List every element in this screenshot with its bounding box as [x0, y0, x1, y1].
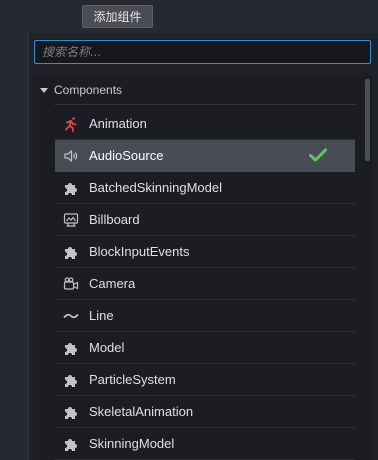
running-person-icon: [63, 116, 79, 132]
list-item-label: SkeletalAnimation: [89, 404, 194, 419]
group-divider: [55, 104, 355, 105]
check-icon: [309, 148, 327, 165]
list-item-label: Billboard: [89, 212, 140, 227]
puzzle-icon: [63, 404, 79, 420]
group-label: Components: [54, 83, 123, 97]
speaker-icon: [63, 148, 79, 164]
caret-down-icon[interactable]: [40, 87, 48, 93]
list-item-particlesystem[interactable]: ParticleSystem: [55, 364, 355, 396]
list-item-audiosource[interactable]: AudioSource: [55, 140, 355, 172]
add-component-button[interactable]: 添加组件: [82, 5, 153, 28]
list-item-label: AudioSource: [89, 148, 164, 163]
wave-line-icon: [63, 308, 79, 324]
list-item-label: ParticleSystem: [89, 372, 176, 387]
scrollbar-thumb[interactable]: [365, 79, 370, 161]
puzzle-icon: [63, 244, 79, 260]
list-item-animation[interactable]: Animation: [55, 108, 355, 140]
search-field[interactable]: [34, 40, 371, 64]
list-item-model[interactable]: Model: [55, 332, 355, 364]
puzzle-icon: [63, 180, 79, 196]
list-scrollbar[interactable]: [363, 75, 372, 460]
component-list: Components Animation AudioSource Batched…: [33, 75, 363, 460]
list-item-batchedskinningmodel[interactable]: BatchedSkinningModel: [55, 172, 355, 204]
list-item-label: Model: [89, 340, 125, 355]
list-item-label: BatchedSkinningModel: [89, 180, 222, 195]
list-item-label: BlockInputEvents: [89, 244, 190, 259]
list-item-label: Animation: [89, 116, 147, 131]
list-item-label: SkinningModel: [89, 436, 175, 451]
puzzle-icon: [63, 372, 79, 388]
group-header-components[interactable]: Components: [33, 75, 363, 105]
billboard-icon: [63, 212, 79, 228]
list-item-label: Line: [89, 308, 114, 323]
list-item-billboard[interactable]: Billboard: [55, 204, 355, 236]
puzzle-icon: [63, 436, 79, 452]
list-item-camera[interactable]: Camera: [55, 268, 355, 300]
list-item-skeletalanimation[interactable]: SkeletalAnimation: [55, 396, 355, 428]
list-item-skinningmodel[interactable]: SkinningModel: [55, 428, 355, 460]
puzzle-icon: [63, 340, 79, 356]
list-item-blockinputevents[interactable]: BlockInputEvents: [55, 236, 355, 268]
list-item-label: Camera: [89, 276, 136, 291]
search-input[interactable]: [35, 41, 370, 63]
list-item-line[interactable]: Line: [55, 300, 355, 332]
camera-icon: [63, 276, 79, 292]
